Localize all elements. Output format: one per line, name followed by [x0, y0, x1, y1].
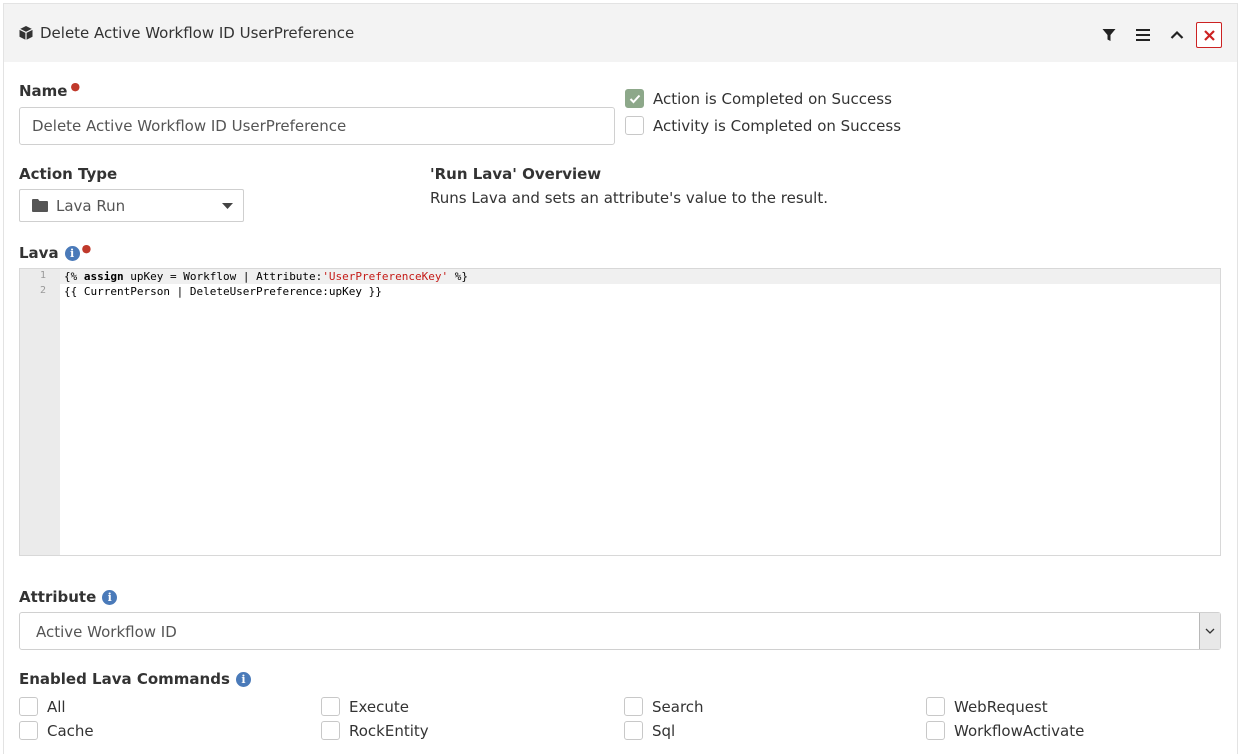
overview-text: Runs Lava and sets an attribute's value … [430, 189, 828, 207]
command-checkbox-search[interactable]: Search [624, 697, 704, 716]
activity-completed-checkbox[interactable]: Activity is Completed on Success [625, 116, 901, 135]
command-checkbox-workflowactivate[interactable]: WorkflowActivate [926, 721, 1084, 740]
code-token: {% [64, 270, 84, 283]
checkbox[interactable] [19, 697, 38, 716]
attribute-select[interactable]: Active Workflow ID [19, 612, 1221, 650]
action-type-label: Action Type [19, 165, 117, 183]
menu-button[interactable] [1130, 22, 1156, 48]
menu-icon [1136, 29, 1150, 41]
command-checkbox-rockentity[interactable]: RockEntity [321, 721, 429, 740]
command-label: Cache [47, 721, 94, 740]
command-label: Sql [652, 721, 676, 740]
checkbox[interactable] [321, 697, 340, 716]
name-input-value: Delete Active Workflow ID UserPreference [32, 117, 347, 135]
lava-code-editor[interactable]: 1 2 {% assign upKey = Workflow | Attribu… [19, 268, 1221, 556]
filter-icon [1102, 28, 1116, 42]
panel-title: Delete Active Workflow ID UserPreference [18, 23, 354, 43]
command-label: All [47, 697, 66, 716]
name-input[interactable]: Delete Active Workflow ID UserPreference [19, 107, 615, 145]
command-checkbox-webrequest[interactable]: WebRequest [926, 697, 1048, 716]
checkbox[interactable] [321, 721, 340, 740]
dropdown-arrow[interactable] [1199, 613, 1220, 649]
close-button[interactable] [1196, 22, 1222, 48]
info-icon[interactable]: i [102, 589, 118, 605]
action-type-value: Lava Run [56, 196, 126, 215]
caret-down-icon [222, 202, 233, 209]
info-icon[interactable]: i [64, 245, 80, 261]
command-label: WebRequest [954, 697, 1048, 716]
attribute-label: Attribute i [19, 588, 118, 606]
checkbox-unchecked[interactable] [625, 116, 644, 135]
code-line[interactable]: {{ CurrentPerson | DeleteUserPreference:… [64, 285, 382, 299]
line-number-gutter: 1 2 [20, 269, 60, 555]
command-label: Execute [349, 697, 409, 716]
command-checkbox-execute[interactable]: Execute [321, 697, 409, 716]
code-string: 'UserPreferenceKey' [322, 270, 449, 283]
lava-commands-label: Enabled Lava Commands i [19, 670, 251, 688]
close-icon [1203, 29, 1215, 41]
folder-icon [32, 199, 48, 212]
checkbox[interactable] [624, 697, 643, 716]
command-label: Search [652, 697, 704, 716]
command-label: RockEntity [349, 721, 429, 740]
checkbox[interactable] [19, 721, 38, 740]
command-checkbox-cache[interactable]: Cache [19, 721, 94, 740]
command-checkbox-all[interactable]: All [19, 697, 66, 716]
command-label: WorkflowActivate [954, 721, 1085, 740]
action-completed-label: Action is Completed on Success [653, 89, 892, 108]
checkbox[interactable] [624, 721, 643, 740]
command-checkbox-sql[interactable]: Sql [624, 721, 675, 740]
panel-title-text: Delete Active Workflow ID UserPreference [40, 24, 355, 42]
name-label: Name ● [19, 79, 81, 101]
checkbox-checked[interactable] [625, 89, 644, 108]
action-completed-checkbox[interactable]: Action is Completed on Success [625, 89, 892, 108]
code-line[interactable]: {% assign upKey = Workflow | Attribute:'… [64, 270, 468, 284]
code-token: %} [448, 270, 469, 283]
attribute-label-text: Attribute [19, 588, 97, 606]
required-indicator: ● [70, 79, 81, 93]
panel-header: Delete Active Workflow ID UserPreference [4, 4, 1237, 62]
required-indicator: ● [81, 241, 92, 255]
line-number: 1 [39, 270, 46, 281]
checkbox[interactable] [926, 697, 945, 716]
lava-label-text: Lava [19, 244, 59, 262]
lava-commands-label-text: Enabled Lava Commands [19, 670, 230, 688]
lava-label: Lava i ● [19, 241, 92, 263]
attribute-select-value: Active Workflow ID [36, 623, 177, 641]
line-number: 2 [39, 285, 46, 296]
chevron-down-icon [1205, 628, 1215, 634]
action-type-label-text: Action Type [19, 165, 118, 183]
collapse-button[interactable] [1164, 22, 1190, 48]
activity-completed-label: Activity is Completed on Success [653, 116, 902, 135]
overview-title: 'Run Lava' Overview [430, 165, 602, 183]
info-icon[interactable]: i [235, 671, 251, 687]
name-label-text: Name [19, 82, 68, 100]
chevron-up-icon [1170, 30, 1184, 40]
filter-button[interactable] [1096, 22, 1122, 48]
cube-icon [18, 25, 34, 41]
checkbox[interactable] [926, 721, 945, 740]
code-keyword: assign [83, 270, 124, 283]
code-token: upKey = Workflow | Attribute: [123, 270, 323, 283]
check-icon [629, 94, 640, 103]
action-type-select[interactable]: Lava Run [19, 189, 244, 222]
